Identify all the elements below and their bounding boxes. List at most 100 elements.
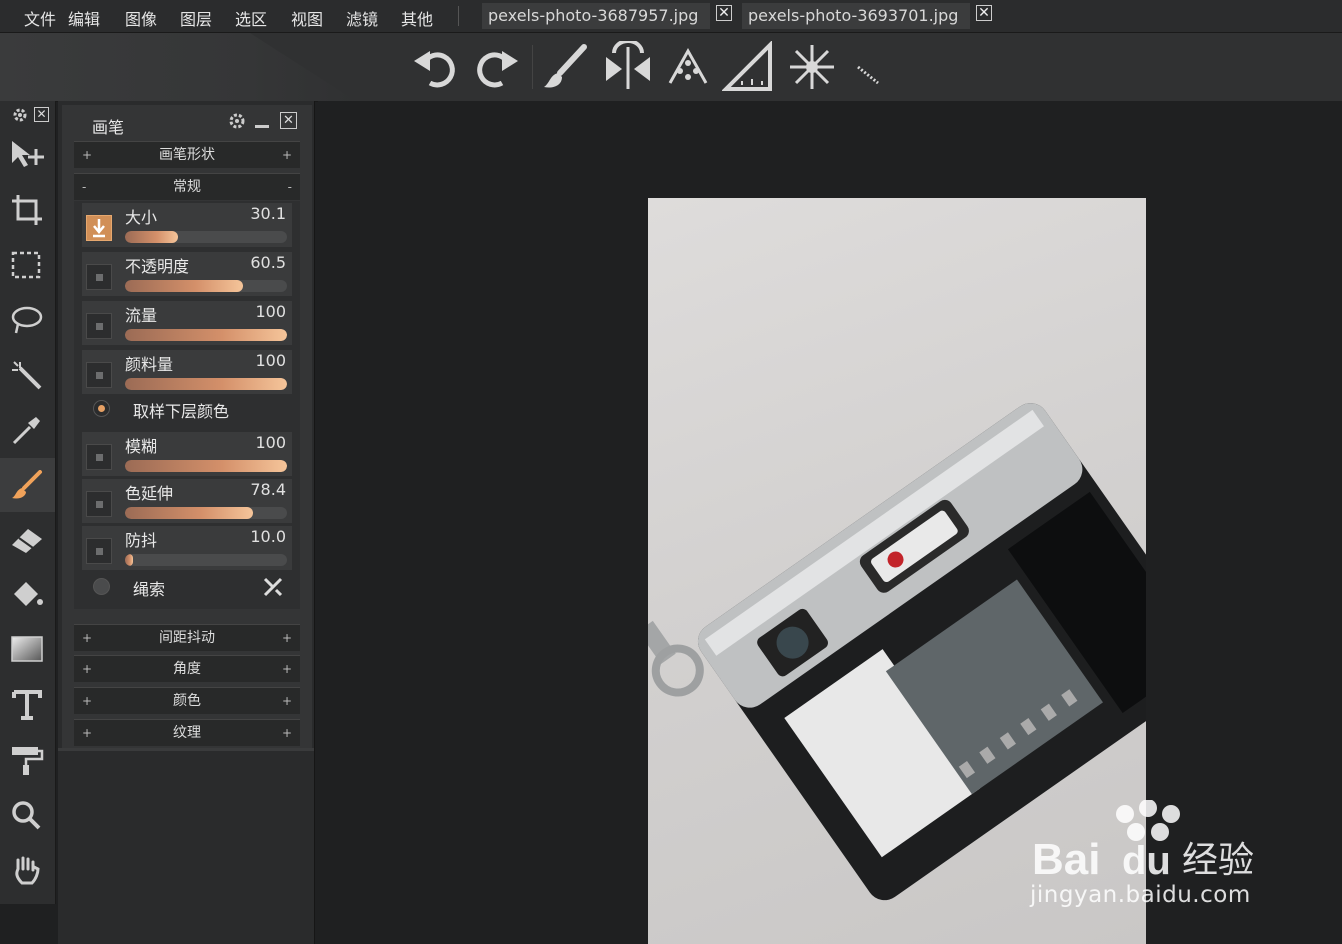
scatter-icon[interactable] [662, 41, 714, 93]
watermark-url: jingyan.baidu.com [1030, 882, 1251, 908]
eraser-icon[interactable] [0, 513, 55, 567]
toolbar-left-panel [0, 33, 356, 101]
blur-slider[interactable] [125, 460, 287, 472]
slider-label: 流量 [125, 306, 158, 325]
close-icon[interactable]: ✕ [34, 107, 49, 122]
menu-image[interactable]: 图像 [125, 6, 157, 30]
tab-close-icon[interactable]: ✕ [976, 5, 992, 21]
gradient-icon[interactable] [0, 623, 55, 677]
text-icon[interactable] [0, 678, 55, 732]
hand-icon[interactable] [0, 843, 55, 897]
slider-fill [125, 460, 287, 472]
gear-icon[interactable] [12, 107, 28, 123]
zoom-icon[interactable] [0, 788, 55, 842]
magic-wand-icon[interactable] [0, 348, 55, 402]
size-slider[interactable] [125, 231, 287, 243]
lasso-icon[interactable] [0, 293, 55, 347]
menu-filter[interactable]: 滤镜 [346, 6, 378, 30]
expand-icon: + [281, 631, 292, 645]
slider-label: 色延伸 [125, 484, 174, 503]
slider-label: 模糊 [125, 437, 158, 456]
tools-icon[interactable] [262, 576, 284, 598]
slider-fill [125, 507, 253, 519]
section-general[interactable]: - 常规 - [74, 173, 300, 200]
slider-value: 78.4 [250, 480, 286, 499]
close-icon[interactable]: ✕ [280, 112, 297, 129]
menu-layer[interactable]: 图层 [180, 6, 212, 30]
brush-icon[interactable] [0, 458, 55, 512]
slider-label: 大小 [125, 208, 158, 227]
general-settings: 大小 30.1 不透明度 60.5 流量 100 颜料量 100 取样下层颜色 … [74, 201, 300, 609]
pressure-toggle[interactable] [86, 362, 112, 388]
ruler-icon[interactable] [721, 40, 774, 93]
paint-amount-slider[interactable] [125, 378, 287, 390]
slider-label: 防抖 [125, 531, 158, 550]
slider-value: 100 [255, 433, 286, 452]
minimize-icon[interactable] [255, 125, 269, 128]
expand-icon: + [82, 631, 93, 645]
pressure-toggle[interactable] [86, 313, 112, 339]
paint-roller-icon[interactable] [0, 733, 55, 787]
pressure-toggle[interactable] [86, 215, 112, 241]
section-label: 常规 [173, 179, 201, 195]
flow-slider[interactable] [125, 329, 287, 341]
opacity-slider[interactable] [125, 280, 287, 292]
move-icon[interactable] [0, 127, 55, 181]
lasso-option[interactable]: 绳索 [82, 572, 292, 602]
eyedropper-icon[interactable] [0, 403, 55, 457]
tab-close-icon[interactable]: ✕ [716, 5, 732, 21]
pressure-toggle[interactable] [86, 444, 112, 470]
section-brush-shape[interactable]: + 画笔形状 + [74, 141, 300, 168]
section-color[interactable]: + 颜色 + [74, 687, 300, 714]
radio-button[interactable] [93, 400, 110, 417]
slider-fill [125, 329, 287, 341]
pressure-toggle[interactable] [86, 538, 112, 564]
paint-bucket-icon[interactable] [0, 568, 55, 622]
snowflake-icon[interactable] [786, 41, 838, 93]
panel-title: 画笔 [92, 118, 125, 137]
slider-value: 60.5 [250, 253, 286, 272]
crop-icon[interactable] [0, 183, 55, 237]
menu-view[interactable]: 视图 [291, 6, 323, 30]
option-label: 绳索 [133, 580, 166, 599]
section-angle[interactable]: + 角度 + [74, 655, 300, 682]
brush-icon[interactable] [540, 41, 592, 93]
collapse-icon: - [82, 180, 87, 194]
section-label: 颜色 [173, 693, 201, 709]
sample-below-option[interactable]: 取样下层颜色 [82, 394, 292, 424]
slider-label: 不透明度 [125, 257, 190, 276]
brush-panel-container: 画笔 ✕ + 画笔形状 + - 常规 - 大小 30.1 不透明度 60.5 流… [58, 101, 315, 944]
tab-document-1[interactable]: pexels-photo-3687957.jpg [482, 3, 710, 29]
slider-fill [125, 378, 287, 390]
menu-bar: 文件 编辑 图像 图层 选区 视图 滤镜 其他 pexels-photo-368… [0, 0, 1342, 33]
undo-icon[interactable] [410, 41, 462, 93]
menu-edit[interactable]: 编辑 [68, 6, 100, 30]
symmetry-icon[interactable] [602, 39, 654, 93]
slider-row-opacity: 不透明度 60.5 [82, 252, 292, 296]
expand-icon: + [281, 148, 292, 162]
option-label: 取样下层颜色 [133, 402, 230, 421]
panel-divider [58, 748, 314, 751]
marquee-icon[interactable] [0, 238, 55, 292]
redo-icon[interactable] [470, 41, 522, 93]
tab-document-2[interactable]: pexels-photo-3693701.jpg [742, 3, 970, 29]
slider-row-stabilizer: 防抖 10.0 [82, 526, 292, 570]
slider-fill [125, 280, 244, 292]
dotted-line-icon[interactable] [846, 41, 898, 93]
pressure-toggle[interactable] [86, 491, 112, 517]
tab-label: pexels-photo-3687957.jpg [488, 6, 699, 25]
menu-select[interactable]: 选区 [235, 6, 267, 30]
pressure-toggle[interactable] [86, 264, 112, 290]
settings-gear-icon[interactable] [228, 112, 246, 130]
menu-file[interactable]: 文件 [24, 6, 56, 30]
radio-button[interactable] [93, 578, 110, 595]
expand-icon: + [82, 694, 93, 708]
color-stretch-slider[interactable] [125, 507, 287, 519]
section-texture[interactable]: + 纹理 + [74, 719, 300, 746]
menu-other[interactable]: 其他 [401, 6, 433, 30]
stabilizer-slider[interactable] [125, 554, 287, 566]
slider-row-flow: 流量 100 [82, 301, 292, 345]
brush-panel: 画笔 ✕ + 画笔形状 + - 常规 - 大小 30.1 不透明度 60.5 流… [62, 105, 312, 748]
tools-bar: ✕ [0, 101, 56, 904]
section-spacing-jitter[interactable]: + 间距抖动 + [74, 624, 300, 651]
